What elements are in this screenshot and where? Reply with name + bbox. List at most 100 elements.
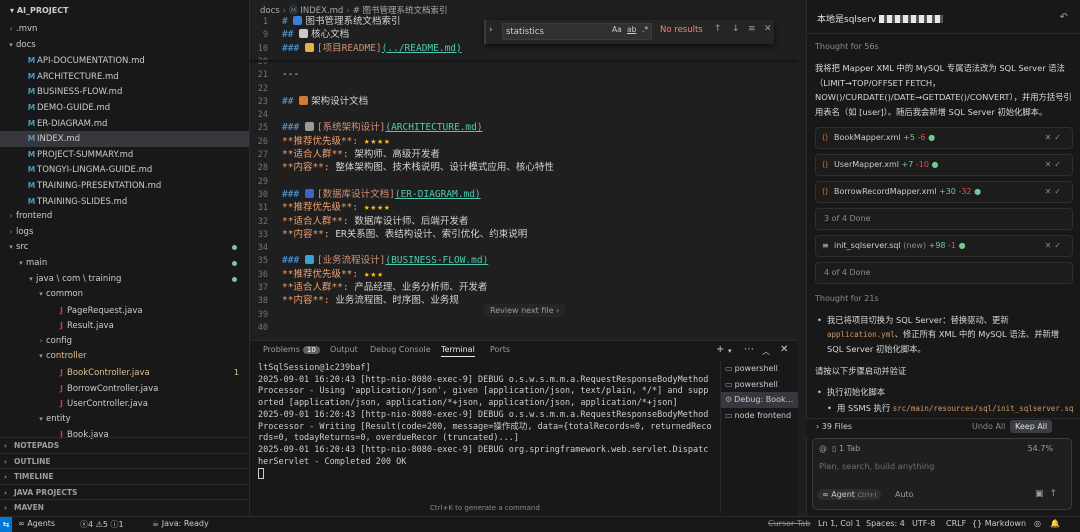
previous-match-icon[interactable]: ↑ xyxy=(714,24,722,34)
file-actions[interactable]: ✕✓ xyxy=(1045,241,1064,250)
tree-folder[interactable]: › logs xyxy=(0,225,249,241)
end-of-line[interactable]: CRLF xyxy=(946,519,966,528)
progress-card[interactable]: 4 of 4 Done xyxy=(815,262,1073,284)
tree-file[interactable]: M API-DOCUMENTATION.md xyxy=(0,53,249,69)
terminal-instance[interactable]: ⚙ Debug: Book... xyxy=(721,392,798,408)
maximize-panel-icon[interactable]: ︿ xyxy=(762,346,770,357)
file-actions[interactable]: ✕✓ xyxy=(1045,160,1064,169)
tree-file[interactable]: J BorrowController.java xyxy=(0,381,249,397)
next-match-icon[interactable]: ↓ xyxy=(732,24,740,34)
tab-debug-console[interactable]: Debug Console xyxy=(370,345,431,354)
image-icon[interactable]: ▣ xyxy=(1035,489,1050,499)
problems-status[interactable]: ⓧ4 ⚠5 ⓘ1 xyxy=(80,519,124,530)
code-line[interactable]: 40 xyxy=(250,320,798,336)
tree-folder[interactable]: ▾ java \ com \ training xyxy=(0,272,249,288)
file-actions[interactable]: ✕✓ xyxy=(1045,187,1064,196)
review-next-file[interactable]: Review next file › xyxy=(484,304,566,317)
language-mode[interactable]: {} Markdown xyxy=(972,519,1026,528)
agents-status[interactable]: ∞ Agents xyxy=(18,519,55,528)
new-terminal-icon[interactable]: + xyxy=(716,344,724,355)
tree-folder[interactable]: ▾ main xyxy=(0,256,249,272)
tree-file[interactable]: M BUSINESS-FLOW.md xyxy=(0,84,249,100)
file-card-init-sqlserver[interactable]: ≡ init_sqlserver.sql (new) +98 -1 ● ✕✓ xyxy=(815,235,1073,257)
model-select[interactable]: Auto xyxy=(895,490,914,499)
terminal-output[interactable]: ltSqlSession@1c239baf] 2025-09-01 16:20:4… xyxy=(258,363,713,513)
close-find-icon[interactable]: ✕ xyxy=(764,24,772,34)
terminal-instance[interactable]: ▭ powershell xyxy=(721,361,798,377)
code-token: [数据库设计文档] xyxy=(316,188,395,200)
send-icon[interactable]: ↑ xyxy=(1049,489,1063,499)
file-card[interactable]: ⟨⟩ BorrowRecordMapper.xml +30 -32 ● ✕✓ xyxy=(815,181,1073,203)
agent-mode-button[interactable]: ∞ Agent Ctrl+I xyxy=(817,489,882,500)
chevron-down-icon[interactable]: ▾ xyxy=(728,347,732,355)
find-results: No results xyxy=(660,25,703,35)
close-panel-icon[interactable]: ✕ xyxy=(780,344,788,355)
tree-item-label: PROJECT-SUMMARY.md xyxy=(37,149,134,160)
changed-files-toggle[interactable]: › 39 Files xyxy=(816,422,852,431)
thought-label[interactable]: Thought for 21s xyxy=(815,294,1073,303)
tree-file[interactable]: J PageRequest.java xyxy=(0,303,249,319)
cursor-position[interactable]: Ln 1, Col 1 xyxy=(818,519,861,528)
sidebar-section-label: JAVA PROJECTS xyxy=(14,487,78,497)
chat-input-box[interactable]: @ ▯ 1 Tab 54.7% Plan, search, build anyt… xyxy=(812,438,1072,510)
context-tab[interactable]: @ ▯ 1 Tab xyxy=(819,444,860,453)
java-status[interactable]: ☕ Java: Ready xyxy=(152,519,209,528)
tree-item-label: PageRequest.java xyxy=(67,305,143,316)
tab-output[interactable]: Output xyxy=(330,345,358,354)
tree-folder[interactable]: › frontend xyxy=(0,209,249,225)
thought-label[interactable]: Thought for 56s xyxy=(815,42,1073,51)
indentation[interactable]: Spaces: 4 xyxy=(866,519,905,528)
terminal-instance[interactable]: ▭ node frontend xyxy=(721,408,798,424)
tree-folder[interactable]: ▾ src xyxy=(0,240,249,256)
tab-problems[interactable]: Problems 10 xyxy=(263,345,320,354)
undo-icon[interactable]: ↶ xyxy=(1060,12,1068,23)
tree-folder[interactable]: ▾ controller xyxy=(0,349,249,365)
tree-file[interactable]: J Result.java xyxy=(0,318,249,334)
file-actions[interactable]: ✕✓ xyxy=(1045,133,1064,142)
sidebar-section[interactable]: › MAVEN xyxy=(0,499,249,515)
tree-folder[interactable]: ▾ common xyxy=(0,287,249,303)
tab-terminal[interactable]: Terminal xyxy=(441,345,475,357)
toggle-replace-icon[interactable]: › xyxy=(489,25,493,35)
tab-ports[interactable]: Ports xyxy=(490,345,510,354)
explorer-root[interactable]: ▾ AI_PROJECT xyxy=(0,0,249,22)
terminal-instance[interactable]: ▭ powershell xyxy=(721,377,798,393)
sidebar-section[interactable]: › NOTEPADS xyxy=(0,437,249,453)
regex-toggle[interactable]: .* xyxy=(642,25,648,34)
match-case-toggle[interactable]: Aa xyxy=(612,25,622,34)
progress-card[interactable]: 3 of 4 Done xyxy=(815,208,1073,230)
more-icon[interactable]: ⋯ xyxy=(744,344,754,355)
tree-file[interactable]: J UserController.java xyxy=(0,396,249,412)
tree-file[interactable]: M DEMO-GUIDE.md xyxy=(0,100,249,116)
tree-file[interactable]: M INDEX.md xyxy=(0,131,249,147)
find-in-selection-icon[interactable]: ≡ xyxy=(748,24,756,34)
whole-word-toggle[interactable]: ab xyxy=(627,25,636,34)
tree-file[interactable]: M ARCHITECTURE.md xyxy=(0,69,249,85)
file-card[interactable]: ⟨⟩ BookMapper.xml +5 -6 ● ✕✓ xyxy=(815,127,1073,149)
tree-file[interactable]: M TRAINING-SLIDES.md xyxy=(0,194,249,210)
tree-file[interactable]: J BookController.java 1 xyxy=(0,365,249,381)
editor[interactable]: docs › Ⓜ INDEX.md › # 图书管理系统文档索引 1 # 图书管理系统文档… xyxy=(250,0,798,340)
notifications-icon[interactable]: 🔔 xyxy=(1050,519,1060,528)
tree-folder[interactable]: ▾ entity xyxy=(0,412,249,428)
chat-input-placeholder[interactable]: Plan, search, build anything xyxy=(819,461,934,471)
tree-file[interactable]: M PROJECT-SUMMARY.md xyxy=(0,147,249,163)
sidebar-section[interactable]: › JAVA PROJECTS xyxy=(0,483,249,500)
file-card[interactable]: ⟨⟩ UserMapper.xml +7 -10 ● ✕✓ xyxy=(815,154,1073,176)
code-token: **推荐优先级**: xyxy=(282,135,364,147)
tree-item-label: common xyxy=(46,289,84,300)
remote-icon[interactable]: ⇆ xyxy=(0,517,12,532)
tree-file[interactable]: M TRAINING-PRESENTATION.md xyxy=(0,178,249,194)
sidebar-section[interactable]: › OUTLINE xyxy=(0,452,249,469)
tree-folder[interactable]: › config xyxy=(0,334,249,350)
tree-folder[interactable]: › .mvn xyxy=(0,22,249,38)
undo-all-button[interactable]: Undo All xyxy=(972,422,1005,431)
tree-file[interactable]: M ER-DIAGRAM.md xyxy=(0,116,249,132)
cursor-tab-status[interactable]: Cursor Tab xyxy=(768,519,810,528)
encoding[interactable]: UTF-8 xyxy=(912,519,935,528)
sidebar-section[interactable]: › TIMELINE xyxy=(0,468,249,484)
tree-file[interactable]: M TONGYI-LINGMA-GUIDE.md xyxy=(0,162,249,178)
tree-folder[interactable]: ▾ docs xyxy=(0,38,249,54)
keep-all-button[interactable]: Keep All xyxy=(1010,420,1053,433)
copilot-icon[interactable]: ◎ xyxy=(1034,519,1041,528)
